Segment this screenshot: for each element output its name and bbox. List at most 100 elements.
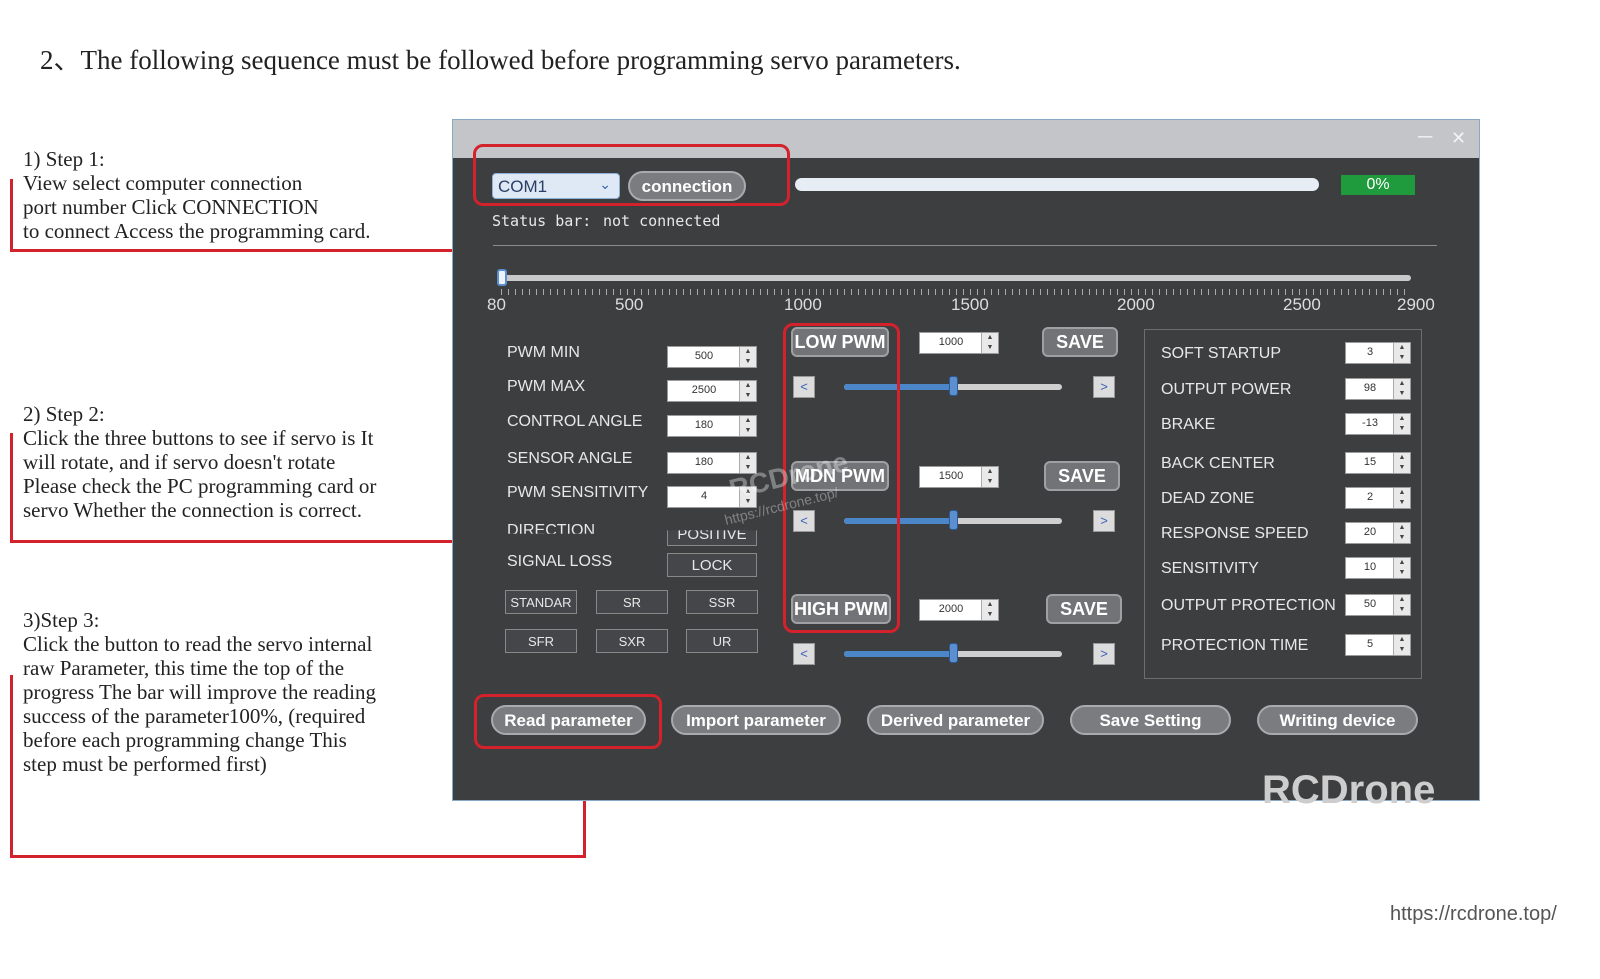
step-text-line: progress The bar will improve the readin… bbox=[23, 680, 377, 704]
minimize-button[interactable]: ─ bbox=[1418, 126, 1432, 149]
param-spinbox-value: 10 bbox=[1363, 561, 1377, 573]
spinner-arrows-icon[interactable]: ▲ ▼ bbox=[981, 600, 998, 620]
spinner-arrows-icon[interactable]: ▲ ▼ bbox=[1393, 523, 1410, 543]
next-button[interactable]: > bbox=[1093, 510, 1115, 532]
high-pwm-spinbox-value: 2000 bbox=[938, 603, 964, 615]
signal-loss-button[interactable]: LOCK bbox=[667, 553, 757, 577]
spinner-arrows-icon[interactable]: ▲ ▼ bbox=[1393, 343, 1410, 363]
high-pwm-spinbox[interactable]: 2000 ▲ ▼ bbox=[919, 599, 999, 621]
status-value: not connected bbox=[603, 212, 721, 230]
param-spinbox[interactable]: -13 ▲ ▼ bbox=[1345, 413, 1411, 435]
param-spinbox-value: 98 bbox=[1363, 382, 1377, 394]
range-tick-label: 2000 bbox=[1117, 295, 1155, 314]
step-text-line: before each programming change This bbox=[23, 728, 347, 752]
range-slider[interactable] bbox=[501, 275, 1411, 281]
param-spinbox-value: 500 bbox=[694, 350, 714, 362]
low-pwm-save-button[interactable]: SAVE bbox=[1042, 327, 1118, 357]
param-label: PWM SENSITIVITY bbox=[507, 484, 649, 501]
save-setting-button[interactable]: Save Setting bbox=[1070, 705, 1231, 735]
step-text-line: View select computer connection bbox=[23, 171, 303, 195]
high-pwm-slider[interactable] bbox=[844, 643, 1062, 663]
spinner-arrows-icon[interactable]: ▲ ▼ bbox=[1393, 558, 1410, 578]
slider-thumb[interactable] bbox=[949, 376, 958, 396]
param-spinbox[interactable]: 98 ▲ ▼ bbox=[1345, 378, 1411, 400]
param-label: CONTROL ANGLE bbox=[507, 413, 643, 430]
progress-percent: 0% bbox=[1341, 175, 1415, 195]
param-spinbox[interactable]: 500 ▲ ▼ bbox=[667, 346, 757, 368]
spinner-arrows-icon[interactable]: ▲ ▼ bbox=[1393, 635, 1410, 655]
mode-button-sxr[interactable]: SXR bbox=[596, 629, 668, 653]
param-spinbox[interactable]: 2 ▲ ▼ bbox=[1345, 487, 1411, 509]
param-spinbox[interactable]: 180 ▲ ▼ bbox=[667, 415, 757, 437]
spinner-arrows-icon[interactable]: ▲ ▼ bbox=[1393, 379, 1410, 399]
range-tick-label: 1500 bbox=[951, 295, 989, 314]
step-text-line: step must be performed first) bbox=[23, 752, 267, 776]
param-spinbox-value: 2 bbox=[1366, 491, 1374, 503]
param-spinbox[interactable]: 50 ▲ ▼ bbox=[1345, 594, 1411, 616]
param-label: SENSITIVITY bbox=[1161, 560, 1259, 577]
param-label: OUTPUT POWER bbox=[1161, 381, 1292, 398]
step-text-line: servo Whether the connection is correct. bbox=[23, 498, 362, 522]
param-label: RESPONSE SPEED bbox=[1161, 525, 1309, 542]
step-text-line: to connect Access the programming card. bbox=[23, 219, 371, 243]
writing-device-button[interactable]: Writing device bbox=[1257, 705, 1418, 735]
mode-button-sr[interactable]: SR bbox=[596, 590, 668, 614]
mode-button-ssr[interactable]: SSR bbox=[686, 590, 758, 614]
slider-fill bbox=[844, 651, 953, 657]
param-spinbox-value: 3 bbox=[1366, 346, 1374, 358]
derived-parameter-button[interactable]: Derived parameter bbox=[867, 705, 1044, 735]
spinner-arrows-icon[interactable]: ▲ ▼ bbox=[981, 467, 998, 487]
param-spinbox-value: 15 bbox=[1363, 456, 1377, 468]
status-label: Status bar: bbox=[492, 212, 592, 230]
step-text-line: Please check the PC programming card or bbox=[23, 474, 377, 498]
spinner-arrows-icon[interactable]: ▲ ▼ bbox=[1393, 414, 1410, 434]
param-label: PROTECTION TIME bbox=[1161, 637, 1309, 654]
prev-button[interactable]: < bbox=[793, 643, 815, 665]
mode-button-sfr[interactable]: SFR bbox=[505, 629, 577, 653]
spinner-arrows-icon[interactable]: ▲ ▼ bbox=[981, 333, 998, 353]
step-text-line: raw Parameter, this time the top of the bbox=[23, 656, 345, 680]
step-text-line: 2) Step 2: bbox=[23, 402, 105, 426]
step-2-connector bbox=[10, 433, 13, 543]
slider-thumb[interactable] bbox=[949, 510, 958, 530]
mdn-pwm-save-button[interactable]: SAVE bbox=[1044, 461, 1120, 491]
high-pwm-save-button[interactable]: SAVE bbox=[1046, 594, 1122, 624]
next-button[interactable]: > bbox=[1093, 643, 1115, 665]
spinner-arrows-icon[interactable]: ▲ ▼ bbox=[739, 347, 756, 367]
param-spinbox[interactable]: 10 ▲ ▼ bbox=[1345, 557, 1411, 579]
spinner-arrows-icon[interactable]: ▲ ▼ bbox=[1393, 595, 1410, 615]
import-parameter-button[interactable]: Import parameter bbox=[671, 705, 841, 735]
servo-programmer-window: ─ ✕ COM1 ⌄ connection 0% Status bar: not… bbox=[452, 119, 1480, 801]
corner-watermark: RCDrone bbox=[1262, 768, 1436, 812]
direction-button[interactable]: POSITIVE bbox=[667, 530, 757, 546]
param-spinbox-value: 2500 bbox=[691, 384, 717, 396]
param-spinbox[interactable]: 20 ▲ ▼ bbox=[1345, 522, 1411, 544]
spinner-arrows-icon[interactable]: ▲ ▼ bbox=[1393, 488, 1410, 508]
step-1-connector bbox=[10, 179, 13, 252]
param-spinbox-value: 20 bbox=[1363, 526, 1377, 538]
step-text-line: port number Click CONNECTION bbox=[23, 195, 319, 219]
param-spinbox[interactable]: 5 ▲ ▼ bbox=[1345, 634, 1411, 656]
spinner-arrows-icon[interactable]: ▲ ▼ bbox=[1393, 453, 1410, 473]
mode-button-ur[interactable]: UR bbox=[686, 629, 758, 653]
step-3-connector bbox=[10, 675, 13, 858]
param-spinbox-value: 180 bbox=[694, 419, 714, 431]
close-button[interactable]: ✕ bbox=[1451, 128, 1466, 149]
low-pwm-spinbox[interactable]: 1000 ▲ ▼ bbox=[919, 332, 999, 354]
mdn-pwm-spinbox[interactable]: 1500 ▲ ▼ bbox=[919, 466, 999, 488]
range-tick-label: 2900 bbox=[1397, 295, 1435, 314]
spinner-arrows-icon[interactable]: ▲ ▼ bbox=[739, 416, 756, 436]
param-label: PWM MAX bbox=[507, 378, 586, 395]
param-spinbox[interactable]: 3 ▲ ▼ bbox=[1345, 342, 1411, 364]
mdn-pwm-spinbox-value: 1500 bbox=[938, 470, 964, 482]
range-slider-thumb[interactable] bbox=[497, 269, 507, 286]
mode-button-standar[interactable]: STANDAR bbox=[505, 590, 577, 614]
param-spinbox-value: -13 bbox=[1362, 417, 1378, 429]
low-pwm-spinbox-value: 1000 bbox=[938, 336, 964, 348]
param-spinbox[interactable]: 15 ▲ ▼ bbox=[1345, 452, 1411, 474]
slider-thumb[interactable] bbox=[949, 643, 958, 663]
param-spinbox[interactable]: 2500 ▲ ▼ bbox=[667, 380, 757, 402]
param-spinbox-value: 5 bbox=[1366, 638, 1374, 650]
spinner-arrows-icon[interactable]: ▲ ▼ bbox=[739, 381, 756, 401]
next-button[interactable]: > bbox=[1093, 376, 1115, 398]
